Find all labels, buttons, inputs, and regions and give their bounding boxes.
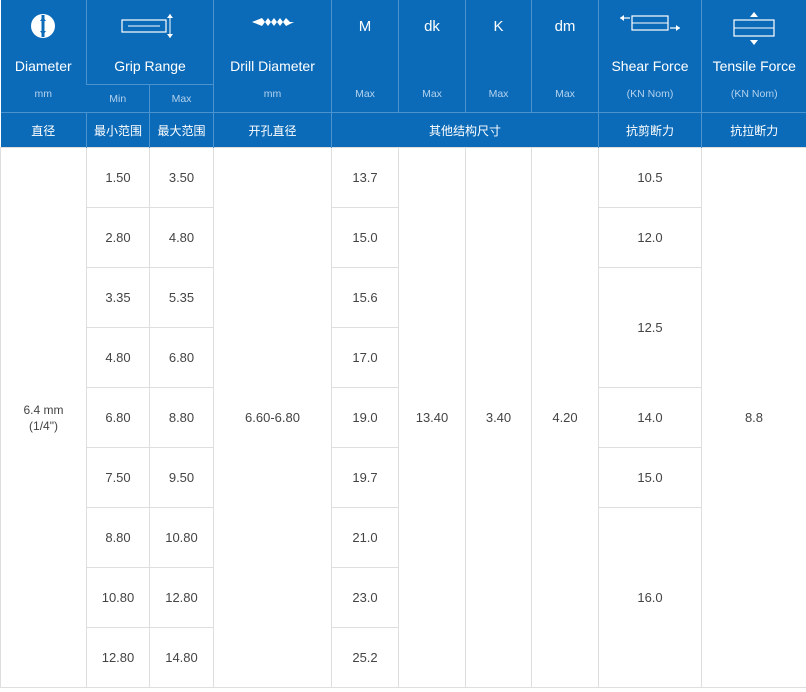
dm-symbol: dm xyxy=(554,18,576,35)
header-tensile-force: Tensile Force (KN Nom) xyxy=(701,0,806,113)
header-grip-range: Grip Range xyxy=(86,0,214,85)
m-cell: 13.7 xyxy=(331,147,399,208)
grip-max-cn-label: 最大范围 xyxy=(149,112,214,148)
dm-unit: Max xyxy=(555,88,575,100)
k-cell: 3.40 xyxy=(465,147,532,688)
grip-min-cell: 4.80 xyxy=(86,327,150,388)
shear-force-unit: (KN Nom) xyxy=(626,88,674,100)
tensile-force-icon xyxy=(702,12,806,46)
grip-max-cell: 3.50 xyxy=(149,147,214,208)
grip-max-label: Max xyxy=(149,84,214,113)
header-m: M Max xyxy=(331,0,399,113)
grip-min-cell: 8.80 xyxy=(86,507,150,568)
grip-min-cell: 2.80 xyxy=(86,207,150,268)
grip-max-cell: 4.80 xyxy=(149,207,214,268)
grip-min-cell: 1.50 xyxy=(86,147,150,208)
grip-min-cn-label: 最小范围 xyxy=(86,112,150,148)
grip-max-cell: 12.80 xyxy=(149,567,214,628)
diameter-cell: 6.4 mm (1/4") xyxy=(0,147,87,688)
k-symbol: K xyxy=(493,18,504,35)
grip-max-cell: 5.35 xyxy=(149,267,214,328)
grip-max-cell: 10.80 xyxy=(149,507,214,568)
m-cell: 23.0 xyxy=(331,567,399,628)
m-cell: 15.0 xyxy=(331,207,399,268)
diameter-title: Diameter xyxy=(14,58,72,74)
m-cell: 25.2 xyxy=(331,627,399,688)
tensile-cell: 8.8 xyxy=(701,147,806,688)
tensile-force-unit: (KN Nom) xyxy=(730,88,778,100)
grip-range-icon xyxy=(87,12,213,42)
header-shear-force: Shear Force (KN Nom) xyxy=(598,0,702,113)
shear-cn-label: 抗剪断力 xyxy=(598,112,702,148)
diameter-cn-label: 直径 xyxy=(0,112,87,148)
grip-min-cell: 7.50 xyxy=(86,447,150,508)
other-dimensions-cn-label: 其他结构尺寸 xyxy=(331,112,599,148)
shear-force-icon xyxy=(599,12,701,36)
shear-force-title: Shear Force xyxy=(611,58,689,74)
table-row: 6.4 mm (1/4") 1.50 3.50 6.60-6.80 13.7 1… xyxy=(0,147,806,688)
diameter-unit: mm xyxy=(34,88,53,100)
k-unit: Max xyxy=(488,88,509,100)
header-dk: dk Max xyxy=(398,0,466,113)
drill-cn-label: 开孔直径 xyxy=(213,112,332,148)
diameter-value: 6.4 mm xyxy=(23,402,64,417)
header-diameter: Diameter mm xyxy=(0,0,87,113)
m-unit: Max xyxy=(355,88,375,100)
spec-table: Diameter mm Grip Range Drill Diameter mm… xyxy=(0,0,806,688)
tensile-force-title: Tensile Force xyxy=(712,58,796,74)
header-k: K Max xyxy=(465,0,532,113)
header-dm: dm Max xyxy=(531,0,599,113)
m-cell: 21.0 xyxy=(331,507,399,568)
diameter-fraction: (1/4") xyxy=(29,418,58,433)
grip-min-label: Min xyxy=(86,84,150,113)
grip-range-title: Grip Range xyxy=(114,58,186,74)
drill-icon xyxy=(214,12,331,32)
m-cell: 19.7 xyxy=(331,447,399,508)
shear-cell: 10.5 xyxy=(598,147,702,208)
grip-min-cell: 3.35 xyxy=(86,267,150,328)
dk-symbol: dk xyxy=(424,18,440,35)
grip-max-cell: 14.80 xyxy=(149,627,214,688)
m-cell: 15.6 xyxy=(331,267,399,328)
drill-diameter-cell: 6.60-6.80 xyxy=(213,147,332,688)
grip-max-cell: 9.50 xyxy=(149,447,214,508)
m-symbol: M xyxy=(358,18,372,35)
tensile-cn-label: 抗拉断力 xyxy=(701,112,806,148)
m-cell: 17.0 xyxy=(331,327,399,388)
dm-cell: 4.20 xyxy=(531,147,599,688)
m-cell: 19.0 xyxy=(331,387,399,448)
drill-diameter-unit: mm xyxy=(263,88,282,100)
shear-cell: 16.0 xyxy=(598,507,702,688)
grip-min-cell: 10.80 xyxy=(86,567,150,628)
shear-cell: 15.0 xyxy=(598,447,702,508)
grip-max-cell: 6.80 xyxy=(149,327,214,388)
shear-cell: 14.0 xyxy=(598,387,702,448)
header-drill-diameter: Drill Diameter mm xyxy=(213,0,332,113)
diameter-icon xyxy=(1,12,87,40)
grip-min-cell: 6.80 xyxy=(86,387,150,448)
grip-max-cell: 8.80 xyxy=(149,387,214,448)
dk-unit: Max xyxy=(422,88,442,100)
shear-cell: 12.5 xyxy=(598,267,702,388)
shear-cell: 12.0 xyxy=(598,207,702,268)
drill-diameter-title: Drill Diameter xyxy=(230,58,315,74)
dk-cell: 13.40 xyxy=(398,147,466,688)
grip-min-cell: 12.80 xyxy=(86,627,150,688)
